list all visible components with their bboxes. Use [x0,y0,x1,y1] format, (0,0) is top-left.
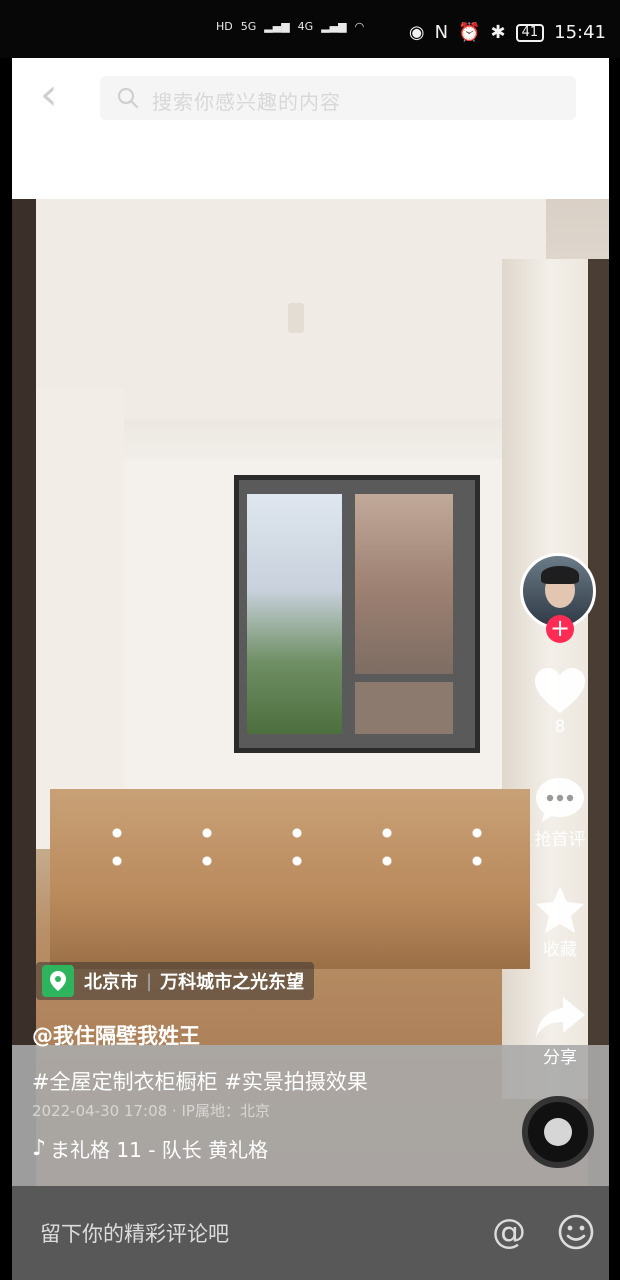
star-icon [536,887,584,933]
window-pane [355,682,453,734]
favorite-button[interactable]: 收藏 [520,885,600,960]
back-arrow-icon[interactable]: ‹ [40,73,74,117]
scene-window [234,475,480,753]
like-button[interactable]: 8 [520,665,600,737]
network-indicators: HD 5G ▂▄▆ 4G ▂▄▆ ◠ [216,20,364,33]
search-icon [117,87,139,109]
share-button[interactable]: 分享 [520,993,600,1068]
share-arrow-icon [536,997,585,1037]
like-count: 8 [554,717,566,737]
comment-label: 抢首评 [534,830,586,850]
comment-input[interactable]: 留下你的精彩评论吧 [40,1218,229,1248]
music-disc-icon[interactable] [522,1096,594,1168]
music-note-icon: ♪ [32,1136,47,1161]
search-placeholder: 搜索你感兴趣的内容 [152,90,341,114]
favorite-label: 收藏 [543,940,577,960]
app-frame: ‹ 搜索你感兴趣的内容 北京市 | 万科城市之光东望 @我住隔壁我姓王 #全屋定… [12,58,609,1280]
nfc-icon: N [434,22,449,43]
location-tag[interactable]: 北京市 | 万科城市之光东望 [36,962,315,1000]
clock: 15:41 [554,22,606,43]
window-pane [247,494,342,734]
scene-tatami-platform [50,789,530,969]
wifi-icon: ◠ [354,20,365,33]
avatar-hair [541,566,579,584]
author-name[interactable]: @我住隔壁我姓王 [32,1020,200,1050]
music-info[interactable]: ♪ ま礼格 11 - 队长 黄礼格 [32,1134,268,1163]
at-icon[interactable]: @ [492,1212,526,1252]
video-meta: 2022-04-30 17:08 · IP属地：北京 [32,1102,270,1120]
hd-label: HD [216,20,233,33]
5g-label: 5G [240,20,257,33]
follow-button[interactable]: + [546,615,574,643]
location-pin-icon [42,965,74,997]
system-indicators: ◉ N ⏰ ✱ 41 15:41 [409,22,606,43]
comment-button[interactable]: 抢首评 [520,775,600,850]
alarm-icon: ⏰ [458,22,481,43]
battery-icon: 41 [515,23,545,42]
signal-icon-2: ▂▄▆ [321,20,347,33]
location-separator: | [146,970,153,992]
status-bar: HD 5G ▂▄▆ 4G ▂▄▆ ◠ ◉ N ⏰ ✱ 41 15:41 [0,0,620,58]
location-city: 北京市 [84,972,138,993]
search-header: ‹ 搜索你感兴趣的内容 [12,58,609,199]
eye-icon: ◉ [408,22,425,43]
4g-label: 4G [297,20,314,33]
heart-icon [535,668,585,713]
location-place: 万科城市之光东望 [160,972,305,993]
emoji-icon[interactable] [556,1212,596,1252]
scene-left-panel [36,389,124,849]
window-pane [355,494,453,674]
share-label: 分享 [543,1048,577,1068]
scene-lamp [288,303,304,333]
comment-icon [536,778,584,822]
video-hashtags[interactable]: #全屋定制衣柜橱柜 #实景拍摄效果 [32,1066,368,1096]
bluetooth-icon: ✱ [490,22,506,43]
music-title: ま礼格 11 - 队长 黄礼格 [50,1138,269,1162]
signal-icon: ▂▄▆ [264,20,290,33]
scene-platform-lights [72,819,502,879]
search-input[interactable]: 搜索你感兴趣的内容 [100,76,576,120]
comment-bar: 留下你的精彩评论吧 @ [12,1186,609,1280]
